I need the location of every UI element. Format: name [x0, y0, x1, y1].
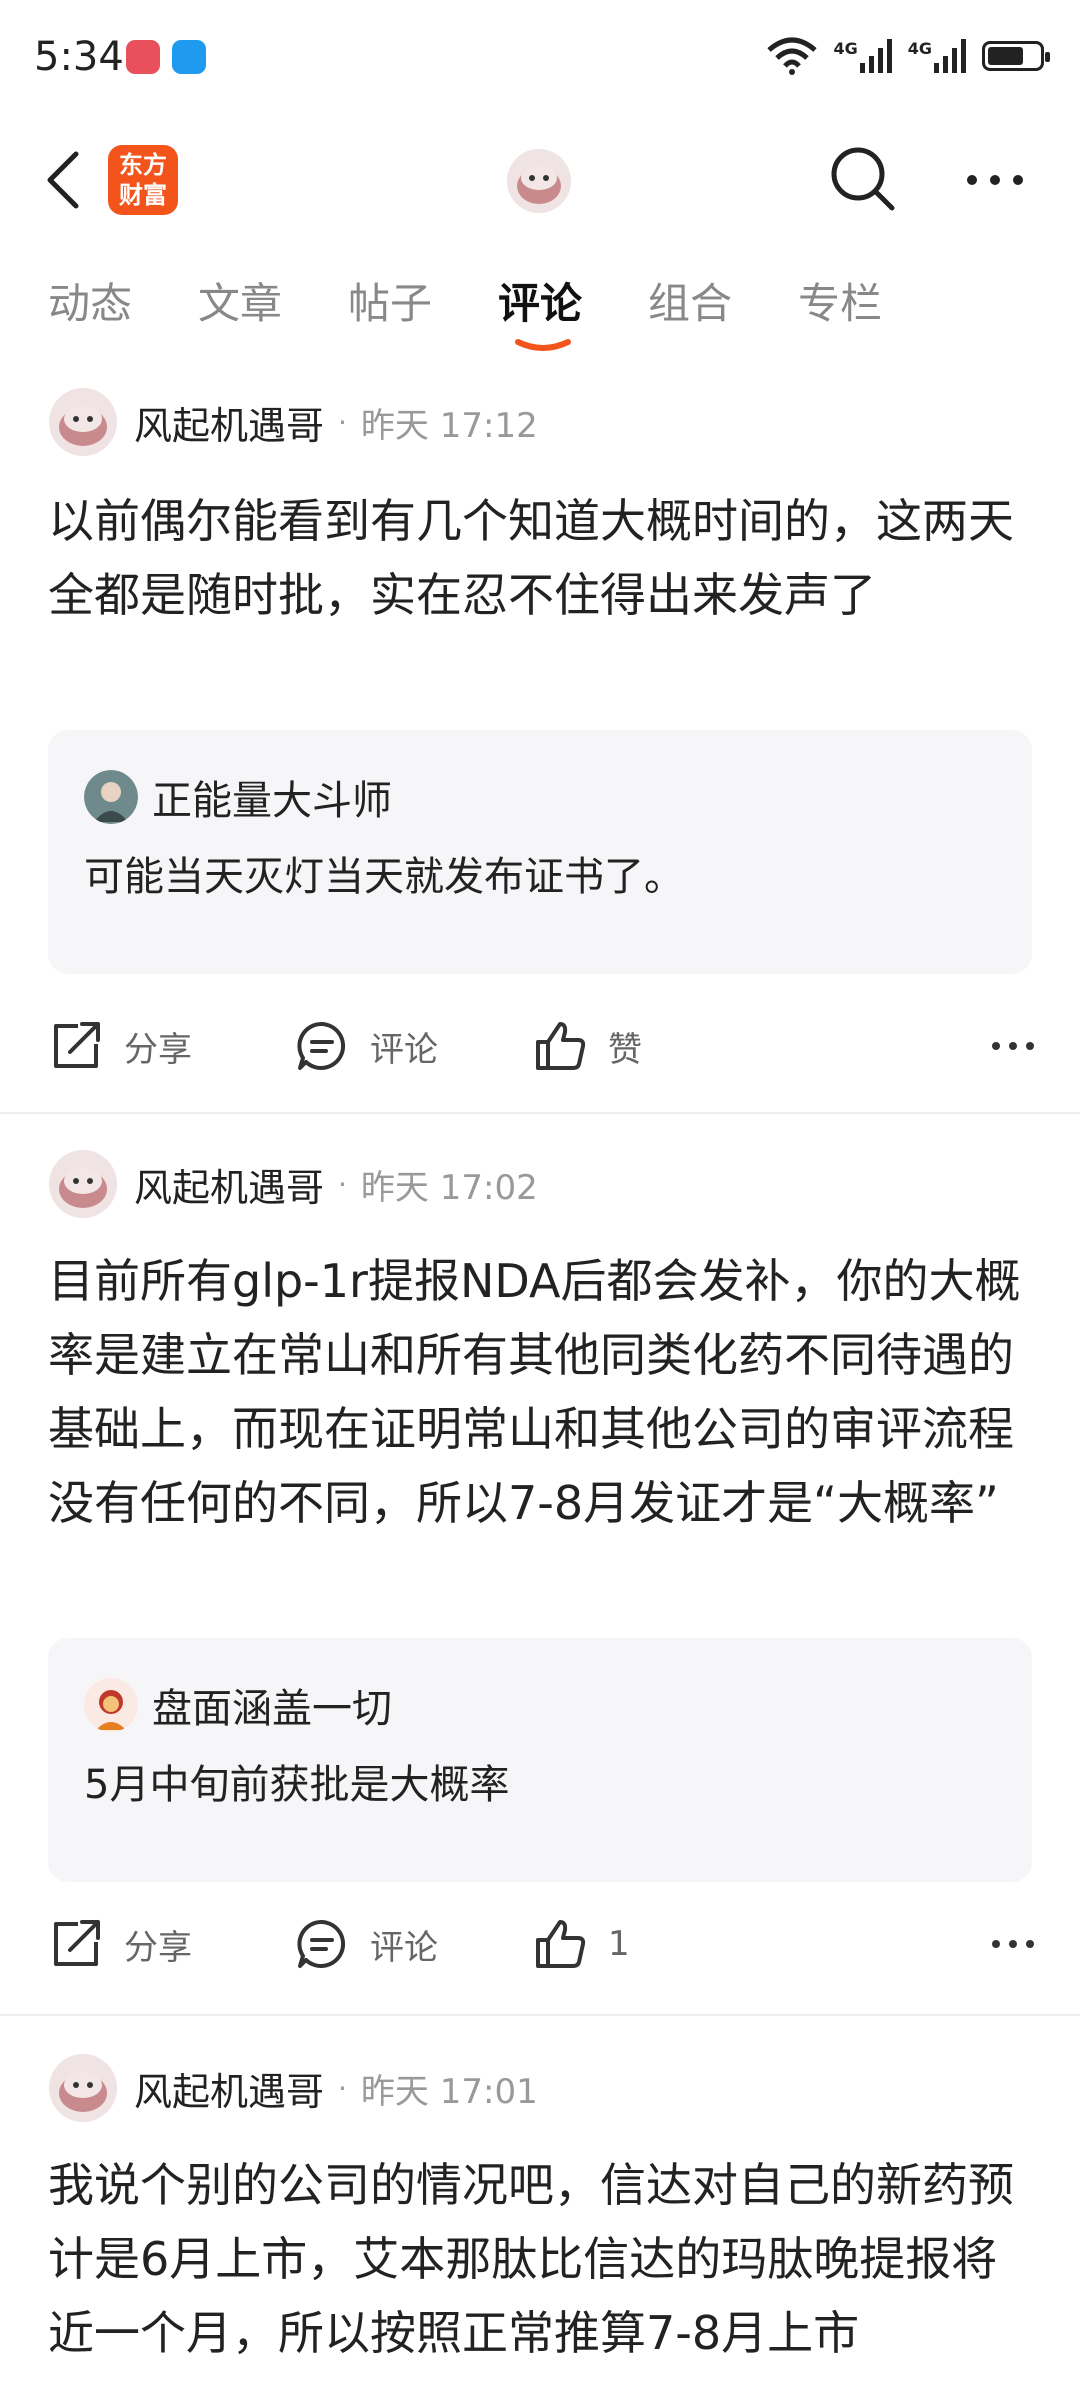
wifi-icon: [767, 37, 818, 75]
logo-line1: 东方: [119, 151, 167, 179]
avatar[interactable]: [48, 2053, 118, 2123]
author-name[interactable]: 风起机遇哥: [134, 395, 324, 450]
avatar[interactable]: [506, 148, 572, 214]
thumbs-up-icon: [536, 1920, 586, 1968]
quoted-user-name[interactable]: 盘面涵盖一切: [152, 1676, 392, 1734]
more-icon[interactable]: [960, 160, 1030, 200]
signal-icon: [934, 39, 966, 73]
avatar[interactable]: [84, 770, 138, 824]
post-card[interactable]: 风起机遇哥 · 昨天 17:02 目前所有glp-1r提报NDA后都会发补，你的…: [0, 1146, 1080, 2016]
quoted-user: 盘面涵盖一切: [84, 1676, 392, 1734]
comment-icon: [297, 1021, 346, 1070]
tab-comments[interactable]: 评论: [498, 270, 594, 360]
like-button[interactable]: 1: [532, 1904, 630, 1984]
share-label: 分享: [124, 1927, 192, 1968]
post-card[interactable]: 风起机遇哥 · 昨天 17:12 以前偶尔能看到有几个知道大概时间的，这两天全都…: [0, 384, 1080, 1114]
avatar[interactable]: [48, 1149, 118, 1219]
post-actions: 分享 评论 赞: [48, 1006, 1038, 1086]
like-button[interactable]: 赞: [532, 1006, 642, 1086]
quoted-comment[interactable]: 正能量大斗师 可能当天灭灯当天就发布证书了。: [48, 730, 1032, 974]
signal-1: 4G: [833, 39, 893, 73]
author-name[interactable]: 风起机遇哥: [134, 2061, 324, 2116]
network-type-label: 4G: [833, 39, 858, 58]
comment-button[interactable]: 评论: [294, 1006, 438, 1086]
battery-level: [988, 47, 1023, 65]
share-icon: [54, 1022, 100, 1068]
tab-portfolio[interactable]: 组合: [648, 270, 744, 360]
tab-articles[interactable]: 文章: [198, 270, 294, 360]
avatar[interactable]: [84, 1678, 138, 1732]
comment-label: 评论: [370, 1029, 438, 1070]
logo-line2: 财富: [119, 181, 167, 209]
app-logo[interactable]: 东方 财富: [108, 145, 178, 215]
author-name[interactable]: 风起机遇哥: [134, 1157, 324, 1212]
status-time: 5:34: [34, 34, 124, 80]
comment-icon: [297, 1919, 346, 1968]
post-header: 风起机遇哥 · 昨天 17:12: [48, 384, 538, 460]
like-label: 赞: [608, 1029, 642, 1070]
comment-label: 评论: [370, 1927, 438, 1968]
avatar[interactable]: [48, 387, 118, 457]
quoted-text: 5月中旬前获批是大概率: [84, 1762, 510, 1808]
post-header: 风起机遇哥 · 昨天 17:01: [48, 2050, 538, 2126]
search-icon[interactable]: [828, 144, 898, 214]
divider: [0, 1112, 1080, 1114]
tab-label: 评论: [498, 279, 583, 328]
post-text[interactable]: 目前所有glp-1r提报NDA后都会发补，你的大概率是建立在常山和所有其他同类化…: [48, 1244, 1038, 1540]
post-time: 昨天 17:02: [360, 1167, 538, 1208]
back-icon[interactable]: [40, 150, 92, 210]
quoted-user-name[interactable]: 正能量大斗师: [152, 768, 392, 826]
share-button[interactable]: 分享: [48, 1006, 192, 1086]
signal-2: 4G: [908, 39, 968, 73]
comment-button[interactable]: 评论: [294, 1904, 438, 1984]
battery-icon: [982, 41, 1050, 71]
share-label: 分享: [124, 1029, 192, 1070]
separator-dot: ·: [338, 405, 347, 439]
tab-dynamics[interactable]: 动态: [48, 270, 144, 360]
post-time: 昨天 17:01: [360, 2071, 538, 2112]
tab-posts[interactable]: 帖子: [348, 270, 444, 360]
post-text[interactable]: 我说个别的公司的情况吧，信达对自己的新药预计是6月上市，艾本那肽比信达的玛肽晚提…: [48, 2148, 1038, 2370]
message-app-icon: [172, 40, 206, 74]
huawei-app-icon: [126, 40, 160, 74]
network-type-label: 4G: [907, 39, 932, 58]
separator-dot: ·: [338, 2071, 347, 2105]
separator-dot: ·: [338, 1167, 347, 1201]
like-count: 1: [608, 1924, 630, 1964]
divider: [0, 2014, 1080, 2016]
tab-bar: 动态 文章 帖子 评论 组合 专栏: [0, 270, 1080, 360]
more-icon[interactable]: [988, 1026, 1038, 1066]
tab-label: 动态: [48, 279, 133, 328]
status-indicators: 4G 4G: [765, 36, 1050, 76]
share-icon: [54, 1920, 100, 1966]
profile-header: 东方 财富: [0, 130, 1080, 230]
post-text[interactable]: 以前偶尔能看到有几个知道大概时间的，这两天全都是随时批，实在忍不住得出来发声了: [48, 484, 1038, 632]
status-bar: 5:34 4G 4G: [0, 0, 1080, 116]
post-time: 昨天 17:12: [360, 405, 538, 446]
quoted-comment[interactable]: 盘面涵盖一切 5月中旬前获批是大概率: [48, 1638, 1032, 1882]
thumbs-up-icon: [536, 1022, 586, 1070]
tab-label: 帖子: [348, 279, 433, 328]
quoted-text: 可能当天灭灯当天就发布证书了。: [84, 854, 684, 900]
more-icon[interactable]: [988, 1924, 1038, 1964]
quoted-user: 正能量大斗师: [84, 768, 392, 826]
tab-label: 文章: [198, 279, 283, 328]
active-tab-indicator: [515, 339, 571, 351]
tab-label: 组合: [648, 279, 733, 328]
tab-columns[interactable]: 专栏: [798, 270, 894, 360]
tab-label: 专栏: [798, 279, 883, 328]
post-header: 风起机遇哥 · 昨天 17:02: [48, 1146, 538, 1222]
post-actions: 分享 评论 1: [48, 1904, 1038, 1984]
post-card[interactable]: 风起机遇哥 · 昨天 17:01 我说个别的公司的情况吧，信达对自己的新药预计是…: [0, 2050, 1080, 2400]
share-button[interactable]: 分享: [48, 1904, 192, 1984]
signal-icon: [859, 39, 892, 73]
